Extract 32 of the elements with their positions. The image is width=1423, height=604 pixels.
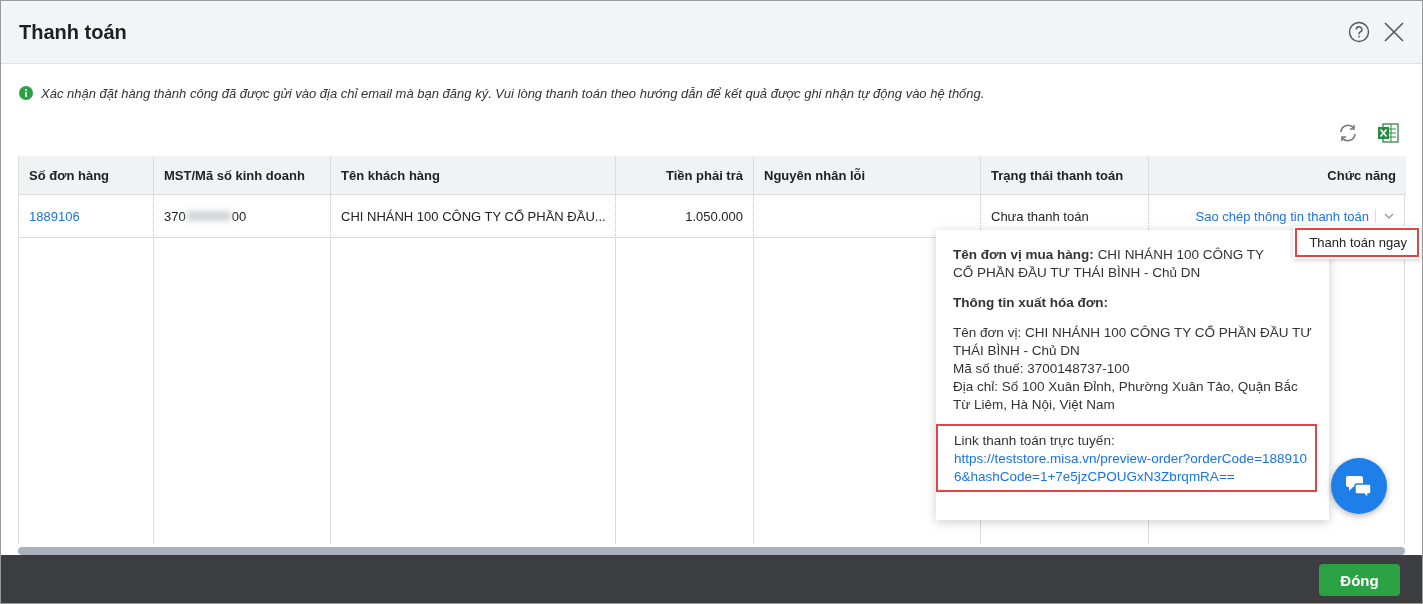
column-header: Chức năng <box>1149 156 1406 195</box>
pay-now-menu-item[interactable]: Thanh toán ngay <box>1295 228 1419 257</box>
info-icon <box>19 86 33 100</box>
close-icon[interactable] <box>1384 22 1404 42</box>
window-title: Thanh toán <box>19 20 128 44</box>
chat-button[interactable] <box>1331 458 1387 514</box>
excel-icon[interactable] <box>1377 122 1399 144</box>
payment-link-label: Link thanh toán trực tuyến: <box>954 432 1116 450</box>
order-number-link[interactable]: 1889106 <box>29 208 80 224</box>
refresh-icon[interactable] <box>1337 122 1359 144</box>
column-header: Trạng thái thanh toán <box>981 156 1149 195</box>
column-header: Tên khách hàng <box>331 156 616 195</box>
caret-icon[interactable] <box>1375 209 1396 223</box>
invoice-info-line: Địa chỉ: Số 100 Xuân Đỉnh, Phường Xuân Tảo, Quận Bắc Từ Liêm, Hà Nội, Việt Nam <box>953 378 1299 414</box>
invoice-info-heading: Thông tin xuất hóa đơn: <box>953 294 1110 312</box>
horizontal-scrollbar[interactable] <box>18 547 1405 555</box>
chat-icon <box>1345 473 1373 499</box>
copy-payment-info-link[interactable]: Sao chép thông tin thanh toán <box>1195 208 1369 224</box>
column-header: MST/Mã số kinh doanh <box>154 156 331 195</box>
close-button[interactable]: Đóng <box>1319 564 1400 596</box>
tax-code-cell: 370 00 <box>164 208 247 224</box>
notice-text: Xác nhận đặt hàng thành công đã được gửi vào địa chỉ email mà bạn đăng ký. Vui lòng thanh toán theo hướng dẫn để kết quả được ghi nhận tự động vào hệ thống. <box>41 85 985 101</box>
buyer-name-text: Tên đơn vị mua hàng: CHI NHÁNH 100 CÔNG TY CỔ PHẦN ĐẦU TƯ THÁI BÌNH - Chủ DN <box>953 246 1265 282</box>
column-header: Số đơn hàng <box>19 156 154 195</box>
column-header: Tiền phải trả <box>616 156 754 195</box>
invoice-info-line: Mã số thuế: 3700148737-100 <box>953 360 1131 378</box>
payment-link[interactable]: https://teststore.misa.vn/preview-order?orderCode=1889106&hashCode=1+7e5jzCPOUGxN3ZbrqmRA== <box>954 450 1310 486</box>
amount-cell: 1.050.000 <box>616 195 754 238</box>
column-header: Nguyên nhân lỗi <box>754 156 981 195</box>
customer-cell: CHI NHÁNH 100 CÔNG TY CỔ PHẦN ĐẦU... <box>331 195 616 238</box>
invoice-info-line: Tên đơn vị: CHI NHÁNH 100 CÔNG TY CỔ PHẦN ĐẦU TƯ THÁI BÌNH - Chủ DN <box>953 324 1313 360</box>
help-icon[interactable] <box>1348 21 1370 43</box>
